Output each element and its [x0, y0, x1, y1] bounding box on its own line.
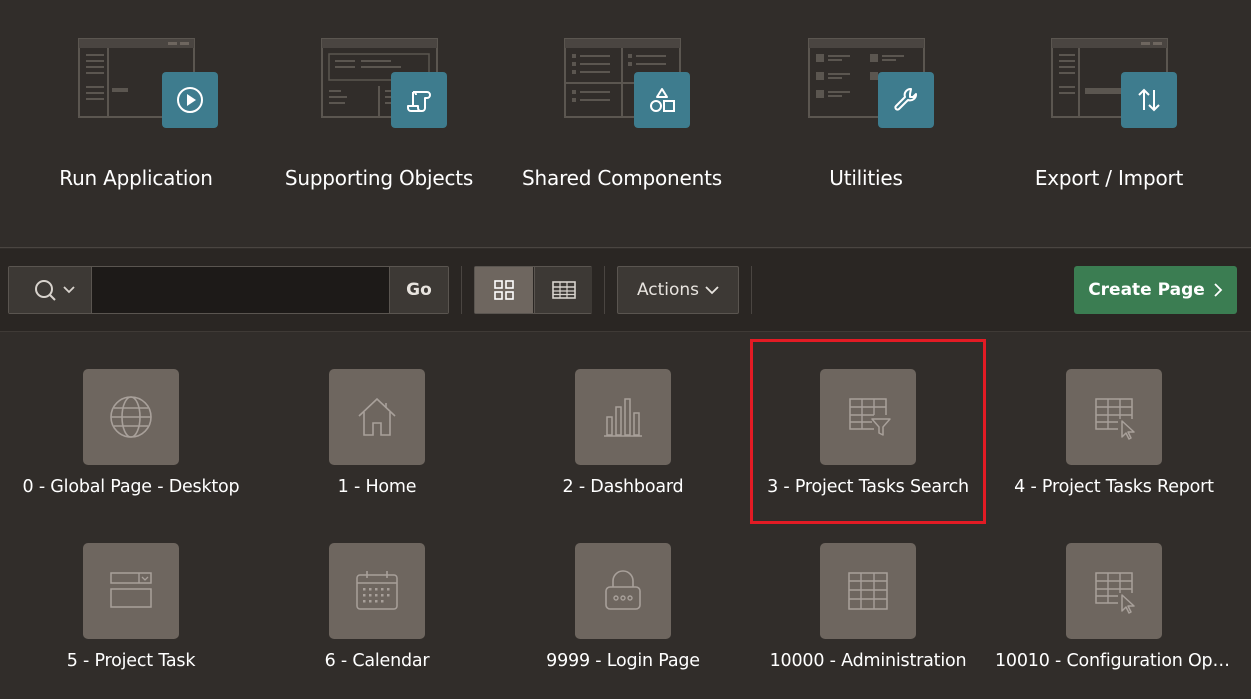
page-tile[interactable]: 1 - Home	[254, 369, 500, 539]
grid-icon	[494, 280, 514, 300]
page-tile[interactable]: 5 - Project Task	[8, 543, 254, 699]
page-label: 10000 - Administration	[769, 651, 967, 671]
page-label: 1 - Home	[337, 477, 417, 497]
table-filter-icon	[820, 369, 916, 465]
chevron-down-icon	[705, 286, 719, 295]
toolbar-divider	[604, 266, 605, 314]
export-import-label: Export / Import	[1034, 166, 1184, 190]
page-tile[interactable]: 2 - Dashboard	[500, 369, 746, 539]
wrench-icon	[878, 72, 934, 128]
page-label: 9999 - Login Page	[546, 651, 700, 671]
search-bar: Go	[8, 266, 449, 314]
go-button[interactable]: Go	[389, 267, 448, 313]
utilities-label: Utilities	[829, 166, 903, 190]
page-tile[interactable]: 10010 - Configuration Options	[991, 543, 1237, 699]
search-icon	[35, 280, 75, 301]
table-icon	[820, 543, 916, 639]
page-label: 6 - Calendar	[324, 651, 430, 671]
page-label: 5 - Project Task	[66, 651, 196, 671]
globe-icon	[83, 369, 179, 465]
utilities-tile[interactable]: Utilities	[744, 0, 988, 248]
page-label: 10010 - Configuration Options	[995, 651, 1237, 671]
page-label: 4 - Project Tasks Report	[1014, 477, 1214, 497]
report-view-button[interactable]	[534, 267, 592, 313]
page-label: 0 - Global Page - Desktop	[22, 477, 240, 497]
table-view-icon	[551, 281, 576, 299]
supporting-objects-label: Supporting Objects	[284, 166, 474, 190]
icon-view-button[interactable]	[475, 267, 533, 313]
run-application-tile[interactable]: Run Application	[14, 0, 258, 248]
create-page-label: Create Page	[1088, 280, 1205, 300]
page-label: 3 - Project Tasks Search	[767, 477, 969, 497]
run-application-label: Run Application	[59, 166, 213, 190]
view-toggle-group	[474, 266, 592, 314]
arrows-updown-icon	[1121, 72, 1177, 128]
calendar-icon	[329, 543, 425, 639]
bar-chart-icon	[575, 369, 671, 465]
actions-menu-button[interactable]: Actions	[617, 266, 739, 314]
play-icon	[162, 72, 218, 128]
chevron-right-icon	[1214, 283, 1223, 297]
supporting-objects-tile[interactable]: Supporting Objects	[257, 0, 501, 248]
toolbar-divider	[461, 266, 462, 314]
page-tile[interactable]: 9999 - Login Page	[500, 543, 746, 699]
scroll-icon	[391, 72, 447, 128]
toolbar-divider	[751, 266, 752, 314]
home-icon	[329, 369, 425, 465]
create-page-button[interactable]: Create Page	[1074, 266, 1237, 314]
page-tile[interactable]: 0 - Global Page - Desktop	[8, 369, 254, 539]
page-toolbar: Go Actions Create Page	[0, 249, 1251, 332]
form-icon	[83, 543, 179, 639]
table-cursor-icon	[1066, 369, 1162, 465]
app-builder-hero: Run Application Supporting Objects Share…	[0, 0, 1251, 248]
page-tile[interactable]: 4 - Project Tasks Report	[991, 369, 1237, 539]
search-input[interactable]	[92, 267, 389, 313]
export-import-tile[interactable]: Export / Import	[987, 0, 1231, 248]
page-tile[interactable]: 6 - Calendar	[254, 543, 500, 699]
actions-label: Actions	[636, 280, 700, 300]
lock-icon	[575, 543, 671, 639]
page-tile-selected[interactable]: 3 - Project Tasks Search	[745, 369, 991, 539]
page-label: 2 - Dashboard	[562, 477, 684, 497]
shapes-icon	[634, 72, 690, 128]
table-cursor-icon	[1066, 543, 1162, 639]
shared-components-tile[interactable]: Shared Components	[500, 0, 744, 248]
search-column-menu-button[interactable]	[9, 267, 92, 313]
shared-components-label: Shared Components	[522, 166, 722, 190]
page-tile[interactable]: 10000 - Administration	[745, 543, 991, 699]
